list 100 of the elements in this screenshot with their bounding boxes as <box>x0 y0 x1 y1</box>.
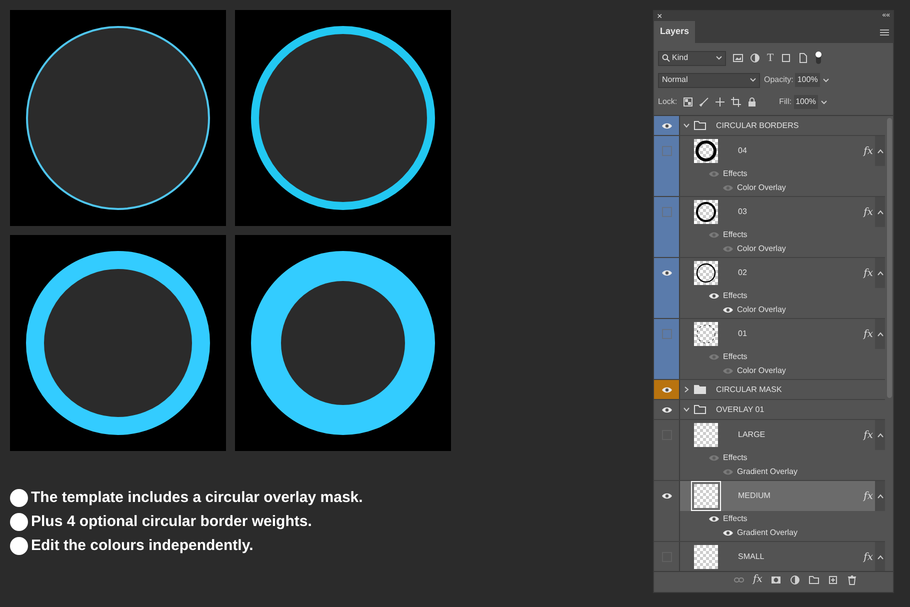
feature-note: Edit the colours independently. <box>31 536 254 556</box>
effects-badge[interactable]: fx <box>864 428 873 442</box>
layer-thumbnail <box>694 261 718 285</box>
group-name: CIRCULAR BORDERS <box>716 120 799 132</box>
layer-row[interactable]: SMALL fx <box>680 542 885 571</box>
effect-name: Color Overlay <box>737 182 786 194</box>
layer-thumbnail <box>694 423 718 447</box>
layer-row[interactable]: 02 fx <box>680 258 885 288</box>
layer-thumbnail <box>694 139 718 163</box>
eye-icon[interactable] <box>660 269 672 277</box>
filter-dropdown[interactable]: Kind <box>658 50 726 66</box>
effect-name: Gradient Overlay <box>737 466 798 478</box>
mask-icon[interactable] <box>771 574 782 584</box>
visibility-cell[interactable] <box>654 116 680 135</box>
caret-icon[interactable] <box>822 76 830 84</box>
type-tool[interactable]: T <box>767 53 774 63</box>
group-name: CIRCULAR MASK <box>716 384 782 396</box>
effects-label: Effects <box>723 452 748 464</box>
bullet-icon <box>10 537 28 555</box>
group-name: OVERLAY 01 <box>716 404 764 416</box>
fill-label: Fill: <box>779 96 792 108</box>
effects-label: Effects <box>723 290 748 302</box>
image-icon[interactable] <box>733 53 743 63</box>
effects-badge[interactable]: fx <box>864 144 873 158</box>
caret-icon[interactable] <box>876 210 884 214</box>
chevron-down-icon[interactable] <box>683 122 690 129</box>
effects-label: Effects <box>723 168 748 180</box>
crop-icon[interactable] <box>731 97 742 107</box>
lock-label: Lock: <box>658 96 678 108</box>
eye-icon[interactable] <box>722 529 734 537</box>
effects-button[interactable]: fx <box>753 572 762 587</box>
layer-row[interactable]: 01 fx <box>680 319 885 349</box>
eye-icon[interactable] <box>660 122 672 130</box>
layer-name: 01 <box>738 328 748 340</box>
folder-icon[interactable] <box>809 574 820 584</box>
checker-icon[interactable] <box>683 97 694 107</box>
layer-thumbnail <box>694 484 718 508</box>
blend-mode-dropdown[interactable]: Normal <box>658 72 760 88</box>
visibility-cell[interactable] <box>654 136 680 196</box>
new-layer-icon[interactable] <box>828 574 838 584</box>
eye-icon[interactable] <box>660 406 672 414</box>
visibility-cell[interactable] <box>654 319 680 379</box>
layer-row[interactable]: 03 fx <box>680 197 885 227</box>
visibility-toggle[interactable] <box>662 329 672 339</box>
eye-icon[interactable] <box>660 386 672 394</box>
effects-label: Effects <box>723 512 748 524</box>
caret-icon[interactable] <box>876 270 884 276</box>
close-button[interactable]: × <box>657 11 662 21</box>
effects-badge[interactable]: fx <box>864 550 873 564</box>
eye-icon[interactable] <box>722 306 734 314</box>
chevron-right-icon[interactable] <box>683 386 690 393</box>
opacity-field[interactable]: 100% <box>795 73 820 87</box>
fill-field[interactable]: 100% <box>794 95 818 109</box>
folder-icon <box>694 405 706 414</box>
visibility-toggle[interactable] <box>662 207 672 217</box>
folder-icon <box>694 121 706 130</box>
caret-icon[interactable] <box>876 554 884 560</box>
effects-label: Effects <box>723 228 748 240</box>
toggle-icon[interactable] <box>814 51 822 65</box>
shape-icon[interactable] <box>780 53 791 63</box>
document-icon[interactable] <box>798 53 808 63</box>
half-circle-icon[interactable] <box>750 53 760 63</box>
caret-icon[interactable] <box>876 332 884 336</box>
folder-icon <box>694 385 706 394</box>
caret-icon[interactable] <box>876 494 884 498</box>
visibility-cell[interactable] <box>654 197 680 257</box>
effect-name: Color Overlay <box>737 243 786 255</box>
caret-icon[interactable] <box>820 98 828 106</box>
feature-note: Plus 4 optional circular border weights. <box>31 512 312 532</box>
layer-row[interactable]: 04 fx <box>680 136 885 166</box>
move-icon[interactable] <box>715 97 726 107</box>
visibility-cell[interactable] <box>654 258 680 318</box>
layer-name: SMALL <box>738 551 766 563</box>
caret-icon[interactable] <box>876 148 884 154</box>
effects-badge[interactable]: fx <box>864 266 873 280</box>
lock-icon[interactable] <box>747 97 758 107</box>
layer-thumbnail <box>694 545 718 569</box>
effects-badge[interactable]: fx <box>864 204 873 220</box>
layer-name: 02 <box>738 267 748 279</box>
visibility-toggle[interactable] <box>662 146 672 156</box>
layers-tab[interactable]: Layers <box>654 21 696 43</box>
eye-icon[interactable] <box>660 492 672 500</box>
visibility-cell[interactable] <box>654 380 680 399</box>
layer-thumbnail <box>694 322 718 346</box>
search-icon <box>662 54 670 62</box>
layer-name: 04 <box>738 145 748 157</box>
layer-row[interactable]: MEDIUM fx <box>680 481 885 511</box>
half-circle-icon[interactable] <box>790 574 800 584</box>
brush-icon[interactable] <box>699 97 710 107</box>
caret-icon[interactable] <box>876 432 884 438</box>
layer-row[interactable]: LARGE fx <box>680 420 885 450</box>
eye-icon[interactable] <box>708 514 720 522</box>
layer-name: LARGE <box>738 429 766 441</box>
chevron-down-icon[interactable] <box>683 406 690 413</box>
menu-icon[interactable] <box>880 29 889 36</box>
trash-icon[interactable] <box>847 574 858 584</box>
eye-icon[interactable] <box>708 292 720 300</box>
effects-badge[interactable]: fx <box>864 326 873 342</box>
effect-name: Color Overlay <box>737 365 786 377</box>
effects-badge[interactable]: fx <box>864 488 873 504</box>
